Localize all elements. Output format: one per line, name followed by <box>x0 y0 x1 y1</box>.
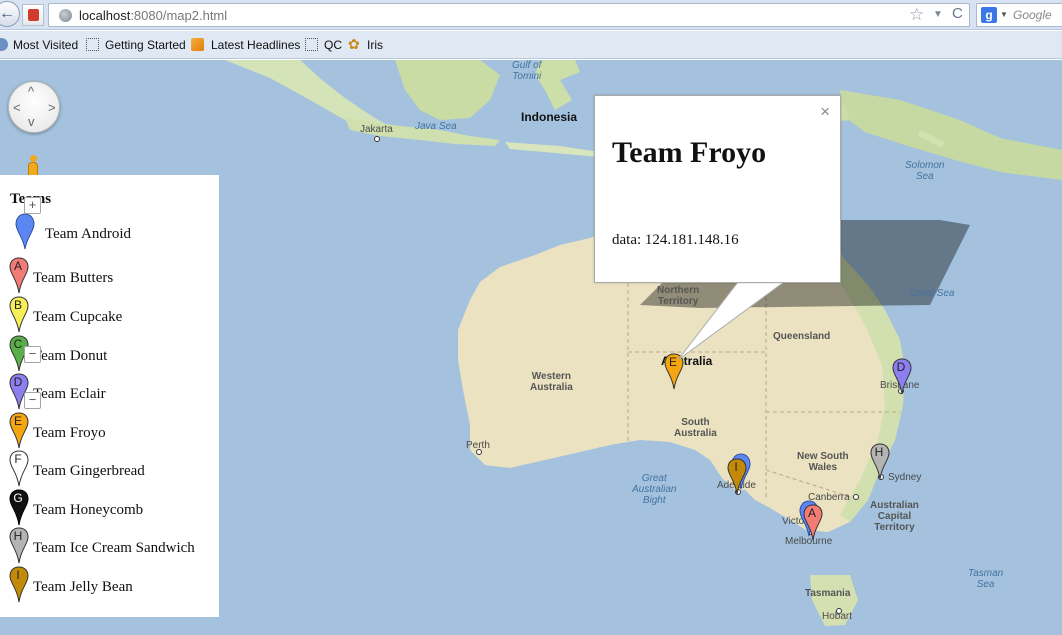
iris-flower-icon: ✿ <box>348 36 360 52</box>
legend-marker-icon: I <box>8 566 30 604</box>
legend-label: Team Android <box>45 226 132 242</box>
zoom-in-button[interactable]: + <box>24 197 41 214</box>
history-dropdown-icon[interactable]: ▼ <box>933 9 943 20</box>
rss-feed-icon <box>191 38 204 51</box>
page-icon <box>86 38 99 51</box>
search-engine-dropdown-icon[interactable]: ▼ <box>1000 10 1008 19</box>
reload-icon[interactable]: C <box>952 5 963 22</box>
bookmark-iris[interactable]: Iris <box>367 38 383 52</box>
search-box[interactable]: g ▼ Google <box>976 3 1062 27</box>
site-identity-button[interactable] <box>22 4 44 26</box>
url-path: :8080/map2.html <box>130 8 228 23</box>
pan-left-icon[interactable]: < <box>13 101 21 114</box>
bookmark-getting-started[interactable]: Getting Started <box>105 38 186 52</box>
legend-item: F Team Gingerbread <box>0 450 219 488</box>
address-bar[interactable]: localhost:8080/map2.html ☆ ▼ C <box>48 3 970 27</box>
legend-label: Team Gingerbread <box>33 463 145 479</box>
close-icon[interactable]: × <box>820 102 830 122</box>
back-button[interactable]: ← <box>0 1 20 27</box>
calendar-icon <box>28 9 39 21</box>
pan-up-icon[interactable]: ^ <box>28 85 34 98</box>
legend-marker-icon: E <box>8 412 30 450</box>
info-window-title: Team Froyo <box>612 136 767 169</box>
bookmark-latest-headlines[interactable]: Latest Headlines <box>211 38 300 52</box>
bookmarks-toolbar: Most Visited Getting Started Latest Head… <box>0 31 1062 59</box>
bookmark-most-visited[interactable]: Most Visited <box>13 38 78 52</box>
legend-item: E Team Froyo <box>0 412 219 450</box>
page-icon <box>305 38 318 51</box>
url-host: localhost <box>79 8 131 23</box>
legend-item: G Team Honeycomb <box>0 489 219 527</box>
google-search-engine-icon[interactable]: g <box>981 7 997 23</box>
legend-label: Team Cupcake <box>33 309 123 325</box>
legend-label: Team Eclair <box>33 386 106 402</box>
legend-item: Team Android <box>0 213 219 251</box>
info-window-data: data: 124.181.148.16 <box>612 232 739 248</box>
legend-item: A Team Butters <box>0 257 219 295</box>
pan-down-icon[interactable]: v <box>28 115 35 128</box>
zoom-slider-button[interactable]: − <box>24 346 41 363</box>
legend-marker-icon: G <box>8 489 30 527</box>
legend-marker-icon <box>14 213 36 251</box>
legend-label: Team Ice Cream Sandwich <box>33 540 195 556</box>
search-placeholder: Google <box>1013 8 1052 22</box>
pan-control[interactable]: ^ < > v <box>8 81 60 133</box>
globe-icon <box>59 9 72 22</box>
legend-marker-icon: F <box>8 450 30 488</box>
map-canvas[interactable]: Gulf of Tomini Indonesia Jakarta Java Sea… <box>0 60 1062 635</box>
legend-item: H Team Ice Cream Sandwich <box>0 527 219 565</box>
legend-marker-icon: A <box>8 257 30 295</box>
legend-label: Team Jelly Bean <box>33 579 133 595</box>
legend-label: Team Froyo <box>33 425 106 441</box>
browser-toolbar: ← localhost:8080/map2.html ☆ ▼ C g ▼ Goo… <box>0 0 1062 30</box>
legend-marker-icon: H <box>8 527 30 565</box>
legend-label: Team Butters <box>33 270 114 286</box>
pan-right-icon[interactable]: > <box>48 101 56 114</box>
legend-marker-icon: B <box>8 296 30 334</box>
legend-item: B Team Cupcake <box>0 296 219 334</box>
zoom-out-button[interactable]: − <box>24 392 41 409</box>
bookmark-qc[interactable]: QC <box>324 38 342 52</box>
info-window: × Team Froyo data: 124.181.148.16 <box>594 95 841 283</box>
url-text[interactable]: localhost:8080/map2.html <box>79 8 227 23</box>
legend-label: Team Donut <box>33 348 108 364</box>
legend-label: Team Honeycomb <box>33 502 144 518</box>
most-visited-icon <box>0 38 8 51</box>
legend-item: I Team Jelly Bean <box>0 566 219 604</box>
bookmark-star-icon[interactable]: ☆ <box>909 5 924 25</box>
